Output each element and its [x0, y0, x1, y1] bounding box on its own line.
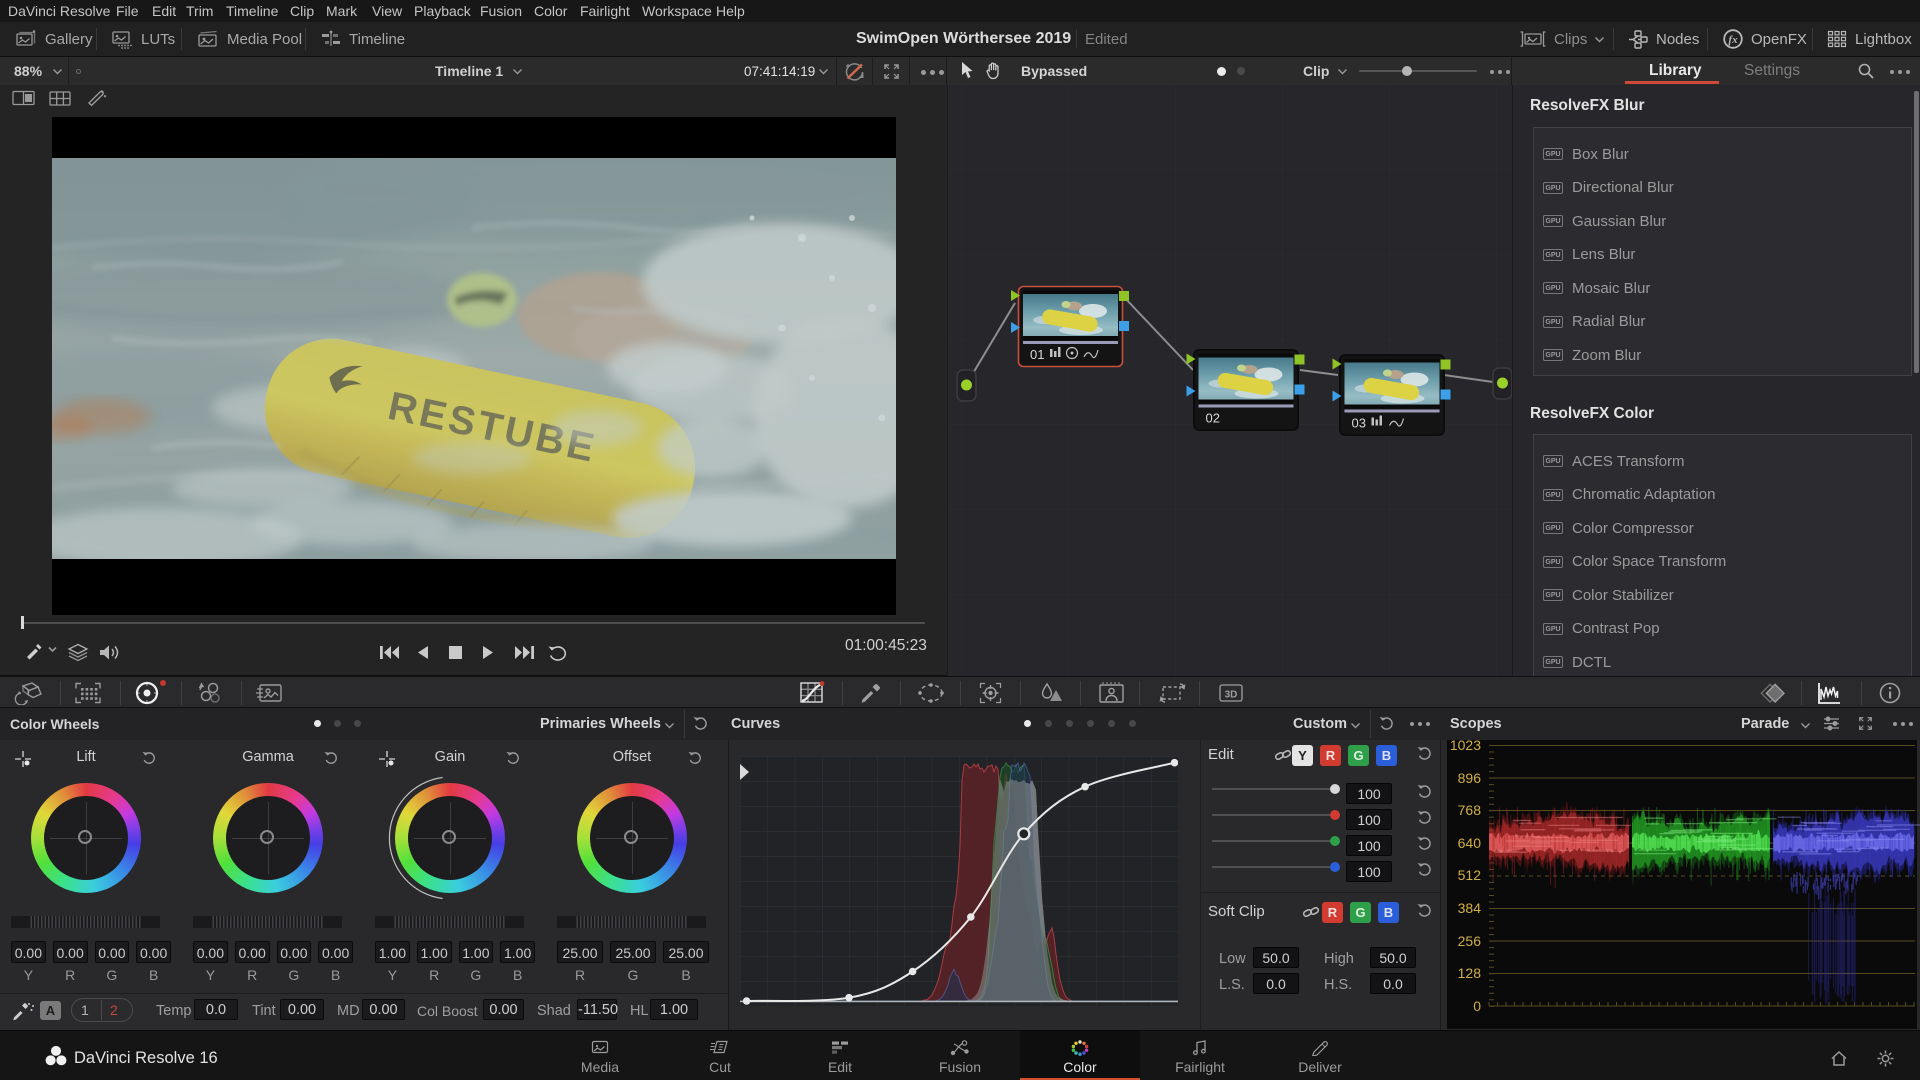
svg-text:01: 01: [1030, 347, 1044, 362]
svg-text:256: 256: [1458, 933, 1482, 949]
svg-text:384: 384: [1458, 900, 1482, 916]
svg-text:512: 512: [1458, 867, 1482, 883]
svg-text:02: 02: [1206, 411, 1220, 426]
svg-text:fx: fx: [1728, 34, 1738, 46]
svg-text:640: 640: [1458, 835, 1482, 851]
svg-text:1023: 1023: [1450, 740, 1481, 753]
svg-text:768: 768: [1458, 802, 1482, 818]
svg-text:128: 128: [1458, 965, 1482, 981]
svg-text:03: 03: [1352, 416, 1366, 431]
svg-text:896: 896: [1458, 770, 1482, 786]
svg-text:0: 0: [1473, 998, 1481, 1014]
svg-text:3D: 3D: [1225, 690, 1238, 701]
